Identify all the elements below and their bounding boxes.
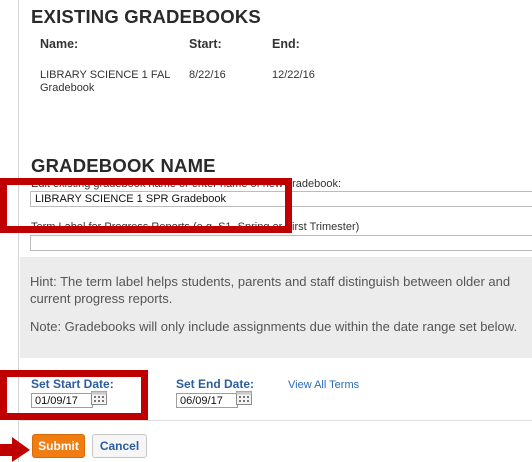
calendar-icon[interactable] (236, 391, 252, 405)
existing-gradebooks-heading: EXISTING GRADEBOOKS (31, 6, 261, 27)
gradebook-name-cell: LIBRARY SCIENCE 1 FAL Gradebook (40, 69, 171, 94)
term-label-label: Term Label for Progress Reports (e.g. S1… (31, 221, 360, 233)
gradebook-name-label: Edit existing gradebook name or enter na… (31, 178, 342, 190)
column-header-name: Name: (40, 37, 79, 51)
hint-box: Hint: The term label helps students, par… (20, 257, 532, 358)
gradebook-end-cell: 12/22/16 (272, 69, 315, 81)
gradebook-start-cell: 8/22/16 (189, 69, 226, 81)
hint-text: Hint: The term label helps students, par… (30, 274, 511, 306)
gradebook-name-input[interactable] (30, 191, 532, 207)
term-label-input[interactable] (30, 235, 532, 251)
calendar-icon[interactable] (91, 391, 107, 405)
arrow-pointer-icon (0, 437, 30, 462)
divider (20, 420, 532, 421)
end-date-label: Set End Date: (176, 377, 255, 391)
submit-button[interactable]: Submit (32, 434, 85, 458)
gradebook-name-heading: GRADEBOOK NAME (31, 155, 216, 176)
start-date-label: Set Start Date: (31, 377, 114, 391)
column-header-start: Start: (189, 37, 222, 51)
end-date-input[interactable] (176, 393, 238, 408)
view-all-terms-link[interactable]: View All Terms (288, 379, 359, 391)
start-date-input[interactable] (31, 393, 93, 408)
cancel-button[interactable]: Cancel (92, 434, 147, 458)
note-text: Note: Gradebooks will only include assig… (30, 319, 518, 334)
column-header-end: End: (272, 37, 300, 51)
